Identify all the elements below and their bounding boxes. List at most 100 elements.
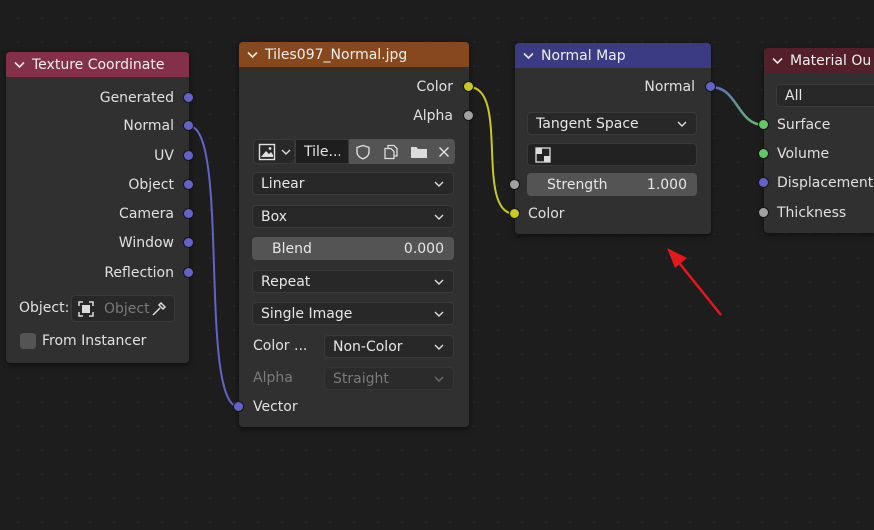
unlink-image-button[interactable] [433,139,455,164]
link-color-to-normalmap-color [468,86,516,215]
image-texture-header[interactable]: Tiles097_Normal.jpg [239,42,469,67]
output-normal-label: Normal [644,79,695,95]
chevron-down-icon [434,311,444,317]
target-dropdown[interactable]: All [776,84,874,107]
socket-strength-input[interactable] [510,180,519,189]
input-vector-label: Vector [253,399,298,415]
output-uv-label: UV [154,148,174,164]
object-field-label: Object: [19,300,70,316]
image-texture-node[interactable]: Tiles097_Normal.jpg Color Alpha Tile... … [239,42,469,427]
output-generated-label: Generated [99,90,174,106]
node-title: Normal Map [541,47,626,64]
input-color-label: Color [528,206,565,222]
output-window-label: Window [118,235,174,251]
texture-coordinate-header[interactable]: Texture Coordinate [6,52,189,77]
output-object-label: Object [128,177,174,193]
blend-label: Blend [272,240,312,257]
image-browse-button[interactable] [253,139,295,164]
socket-normal-output[interactable] [184,121,193,130]
socket-object-output[interactable] [184,180,193,189]
folder-icon [411,146,427,158]
chevron-down-icon [434,214,444,220]
duplicate-image-button[interactable] [377,139,405,164]
collapse-chevron-icon[interactable] [764,48,790,73]
from-instancer-checkbox[interactable] [20,333,36,349]
duplicate-icon [384,144,398,159]
object-icon [78,300,94,317]
projection-dropdown[interactable]: Box [252,205,454,228]
socket-reflection-output[interactable] [184,268,193,277]
strength-value: 1.000 [646,176,687,193]
collapse-chevron-icon[interactable] [515,43,541,68]
socket-volume-input[interactable] [759,149,768,158]
chevron-down-icon [434,344,444,350]
chevron-down-icon [677,121,687,127]
material-output-header[interactable]: Material Ou [764,48,874,73]
extension-value: Repeat [261,273,311,290]
fake-user-button[interactable] [349,139,377,164]
interpolation-value: Linear [261,175,305,192]
source-dropdown[interactable]: Single Image [252,302,454,325]
source-value: Single Image [261,305,353,322]
socket-alpha-output[interactable] [464,111,473,120]
node-title: Material Ou [790,52,872,69]
object-placeholder: Object [104,300,150,317]
space-value: Tangent Space [536,115,639,132]
strength-slider[interactable]: Strength 1.000 [527,173,697,196]
image-icon [258,143,276,160]
output-normal-label: Normal [123,118,174,134]
object-picker-field[interactable]: Object [71,295,175,322]
socket-thickness-input[interactable] [759,208,768,217]
target-value: All [785,87,803,104]
annotation-arrow [667,248,722,316]
chevron-down-icon [434,181,444,187]
socket-camera-output[interactable] [184,209,193,218]
eyedropper-icon[interactable] [150,300,168,318]
extension-dropdown[interactable]: Repeat [252,270,454,293]
image-name-field[interactable]: Tile... [295,139,349,164]
socket-surface-input[interactable] [759,120,768,129]
texture-coordinate-node[interactable]: Texture Coordinate Generated Normal UV O… [6,52,189,363]
color-space-dropdown[interactable]: Non-Color [324,335,454,358]
shield-icon [356,144,370,160]
space-dropdown[interactable]: Tangent Space [527,112,697,135]
socket-normal-output[interactable] [706,82,715,91]
node-title: Tiles097_Normal.jpg [265,46,408,63]
chevron-down-icon [434,279,444,285]
alpha-mode-dropdown: Straight [324,367,454,390]
socket-generated-output[interactable] [184,93,193,102]
normal-map-node[interactable]: Normal Map Normal Tangent Space Strength… [515,43,711,234]
chevron-down-icon [434,376,444,382]
uv-map-icon [535,146,551,163]
open-image-button[interactable] [405,139,433,164]
socket-displacement-input[interactable] [759,178,768,187]
input-thickness-label: Thickness [777,205,847,221]
color-space-value: Non-Color [333,338,403,355]
interpolation-dropdown[interactable]: Linear [252,172,454,195]
alpha-mode-value: Straight [333,370,389,387]
input-surface-label: Surface [777,117,831,133]
normal-map-header[interactable]: Normal Map [515,43,711,68]
socket-color-output[interactable] [464,82,473,91]
collapse-chevron-icon[interactable] [6,52,32,77]
socket-uv-output[interactable] [184,151,193,160]
projection-value: Box [261,208,288,225]
output-camera-label: Camera [119,206,174,222]
material-output-node[interactable]: Material Ou All Surface Volume Displacem… [764,48,874,233]
collapse-chevron-icon[interactable] [239,42,265,67]
blend-slider[interactable]: Blend 0.000 [252,237,454,260]
close-icon [438,146,450,157]
link-normal-to-surface [710,85,765,127]
input-volume-label: Volume [777,146,830,162]
from-instancer-label: From Instancer [42,333,147,349]
output-color-label: Color [416,79,453,95]
blend-value: 0.000 [403,240,444,257]
node-title: Texture Coordinate [32,56,165,73]
uv-map-field[interactable] [527,143,697,166]
strength-label: Strength [547,176,608,193]
node-editor-canvas[interactable]: Texture Coordinate Generated Normal UV O… [0,0,874,530]
socket-color-input[interactable] [510,209,519,218]
output-alpha-label: Alpha [413,108,453,124]
socket-window-output[interactable] [184,238,193,247]
socket-vector-input[interactable] [234,402,243,411]
